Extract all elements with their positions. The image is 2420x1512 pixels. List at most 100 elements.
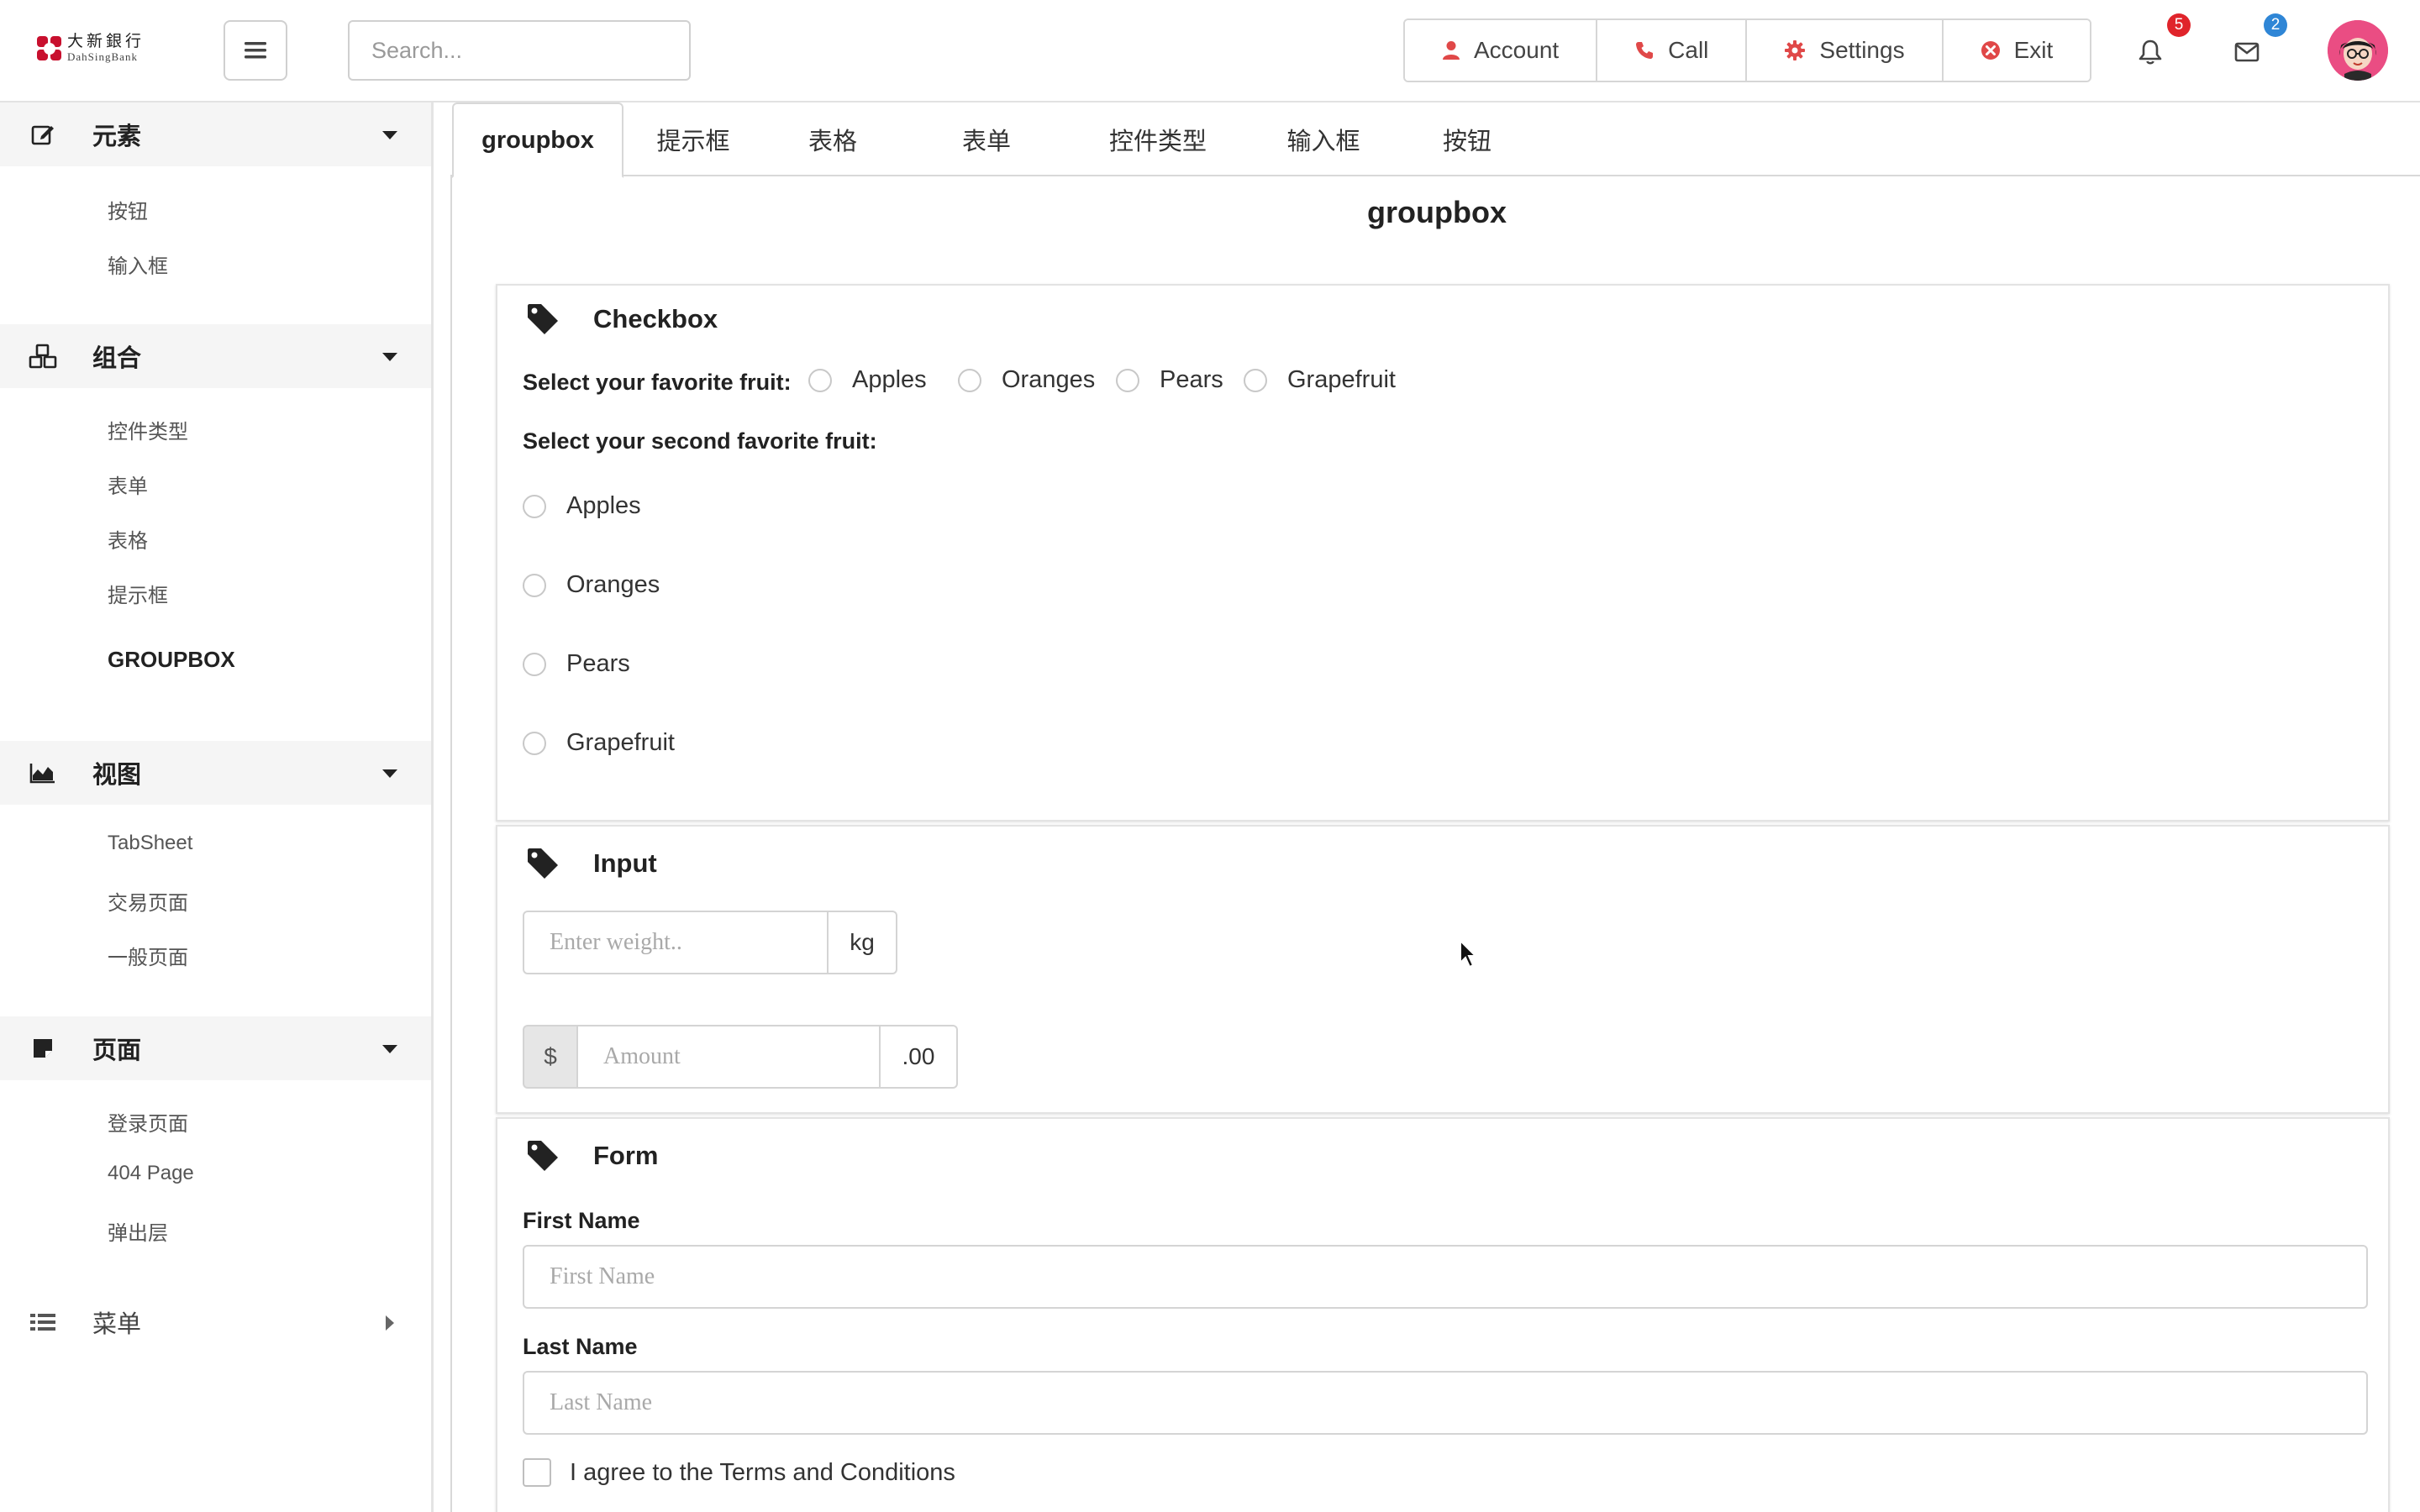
form-groupbox: Form First Name Last Name I agree to the…	[496, 1117, 2390, 1512]
close-circle-icon	[1981, 40, 2001, 60]
dahsing-logo-icon	[37, 35, 62, 61]
user-avatar[interactable]	[2328, 20, 2388, 81]
sidebar-section-combo[interactable]: 组合	[0, 324, 431, 388]
settings-button-label: Settings	[1819, 37, 1905, 63]
exit-button[interactable]: Exit	[1943, 20, 2091, 81]
fruit-radio-grapefruit[interactable]: Grapefruit	[1244, 366, 1396, 394]
sidebar-item-trade-page[interactable]: 交易页面	[108, 886, 188, 916]
caret-right-icon	[386, 1315, 394, 1331]
radio-label: Grapefruit	[566, 729, 675, 756]
sidebar-section-title: 组合	[92, 345, 142, 372]
hamburger-icon	[245, 42, 266, 59]
sidebar-item-table[interactable]: 表格	[108, 524, 148, 554]
second-fruit-radio-apples[interactable]: Apples	[523, 492, 641, 520]
fruit-radio-oranges[interactable]: Oranges	[958, 366, 1095, 394]
tab-input[interactable]: 输入框	[1245, 102, 1402, 176]
account-button-label: Account	[1474, 37, 1560, 63]
sidebar-section-title: 元素	[92, 123, 142, 150]
list-icon	[29, 1308, 57, 1336]
caret-down-icon	[382, 769, 397, 778]
sidebar-item-groupbox[interactable]: GROUPBOX	[108, 647, 235, 673]
fruit-radio-apples[interactable]: Apples	[808, 366, 927, 394]
notifications-button[interactable]: 5	[2133, 13, 2191, 69]
sidebar-item-button[interactable]: 按钮	[108, 195, 148, 224]
tab-button[interactable]: 按钮	[1402, 102, 1533, 176]
sidebar-item-login-page[interactable]: 登录页面	[108, 1107, 188, 1137]
currency-addon: $	[523, 1025, 576, 1089]
card-header: Input	[526, 847, 657, 880]
card-header: Checkbox	[526, 302, 718, 336]
card-header: Form	[526, 1139, 659, 1173]
radio-circle	[808, 368, 832, 392]
first-name-input[interactable]	[523, 1245, 2368, 1309]
second-favorite-fruit-label: Select your second favorite fruit:	[523, 428, 877, 454]
card-title: Form	[593, 1141, 659, 1170]
account-button[interactable]: Account	[1405, 20, 1598, 81]
second-fruit-radio-pears[interactable]: Pears	[523, 650, 630, 678]
call-button[interactable]: Call	[1597, 20, 1748, 81]
call-button-label: Call	[1668, 37, 1709, 63]
bell-icon	[2139, 39, 2162, 65]
sidebar-item-404-page[interactable]: 404 Page	[108, 1162, 194, 1185]
sidebar-section-elements[interactable]: 元素	[0, 102, 431, 166]
sidebar-item-tabsheet[interactable]: TabSheet	[108, 832, 192, 855]
radio-label: Grapefruit	[1287, 366, 1396, 393]
radio-circle	[958, 368, 981, 392]
favorite-fruit-label: Select your favorite fruit:	[523, 370, 792, 395]
area-chart-icon	[29, 759, 57, 787]
radio-label: Pears	[566, 650, 630, 677]
edit-icon	[29, 120, 57, 149]
radio-label: Oranges	[566, 571, 660, 598]
top-header: 大新銀行 DahSingBank Account Call	[0, 0, 2420, 102]
sidebar-section-menu[interactable]: 菜单	[0, 1290, 431, 1354]
exit-button-label: Exit	[2013, 37, 2054, 63]
tab-tooltip[interactable]: 提示框	[623, 102, 763, 176]
sidebar-item-popup-layer[interactable]: 弹出层	[108, 1216, 168, 1246]
main-content: groupbox 提示框 表格 表单 控件类型 输入框 按钮 groupbox …	[450, 102, 2420, 1512]
weight-input[interactable]	[523, 911, 829, 974]
sidebar-item-form[interactable]: 表单	[108, 470, 148, 499]
last-name-input[interactable]	[523, 1371, 2368, 1435]
brand-name-en: DahSingBank	[67, 50, 138, 63]
mouse-pointer-icon	[1460, 939, 1478, 969]
first-name-label: First Name	[523, 1208, 640, 1233]
radio-circle	[1244, 368, 1267, 392]
search-input[interactable]	[371, 37, 669, 64]
weight-unit-addon: kg	[829, 911, 897, 974]
menu-toggle-button[interactable]	[224, 20, 287, 81]
sidebar-section-title: 页面	[92, 1037, 142, 1064]
search-box	[348, 20, 691, 81]
tab-control-types[interactable]: 控件类型	[1071, 102, 1245, 176]
notification-count-badge: 5	[2167, 13, 2191, 37]
header-button-group: Account Call Settings Exit	[1403, 18, 2092, 82]
second-fruit-radio-grapefruit[interactable]: Grapefruit	[523, 729, 675, 757]
sidebar-item-input[interactable]: 输入框	[108, 249, 168, 279]
radio-circle	[1116, 368, 1139, 392]
tab-table[interactable]: 表格	[763, 102, 902, 176]
sidebar-item-general-page[interactable]: 一般页面	[108, 941, 188, 970]
sidebar: 元素 按钮 输入框 组合 控件类型 表单 表格 提示框 GROUPBOX 视图 …	[0, 102, 434, 1512]
tab-form[interactable]: 表单	[902, 102, 1071, 176]
brand-logo[interactable]: 大新銀行 DahSingBank	[37, 33, 145, 63]
sidebar-item-control-types[interactable]: 控件类型	[108, 415, 188, 444]
page-title: groupbox	[1367, 195, 1507, 229]
second-fruit-radio-oranges[interactable]: Oranges	[523, 571, 660, 599]
tab-bar: groupbox 提示框 表格 表单 控件类型 输入框 按钮	[450, 102, 2420, 178]
tag-icon	[526, 847, 560, 880]
envelope-icon	[2234, 42, 2260, 62]
terms-checkbox[interactable]: I agree to the Terms and Conditions	[523, 1458, 955, 1487]
sidebar-section-pages[interactable]: 页面	[0, 1016, 431, 1080]
sidebar-item-tooltip[interactable]: 提示框	[108, 579, 168, 608]
settings-button[interactable]: Settings	[1747, 20, 1944, 81]
user-icon	[1442, 40, 1460, 60]
fruit-radio-pears[interactable]: Pears	[1116, 366, 1223, 394]
sticky-note-icon	[29, 1034, 57, 1063]
checkbox-groupbox: Checkbox Select your favorite fruit: App…	[496, 284, 2390, 822]
phone-icon	[1634, 40, 1655, 60]
radio-label: Apples	[566, 492, 641, 519]
messages-button[interactable]: 2	[2230, 13, 2287, 69]
sidebar-section-views[interactable]: 视图	[0, 741, 431, 805]
card-title: Checkbox	[593, 304, 718, 333]
tab-groupbox[interactable]: groupbox	[452, 102, 623, 178]
amount-input[interactable]	[576, 1025, 881, 1089]
